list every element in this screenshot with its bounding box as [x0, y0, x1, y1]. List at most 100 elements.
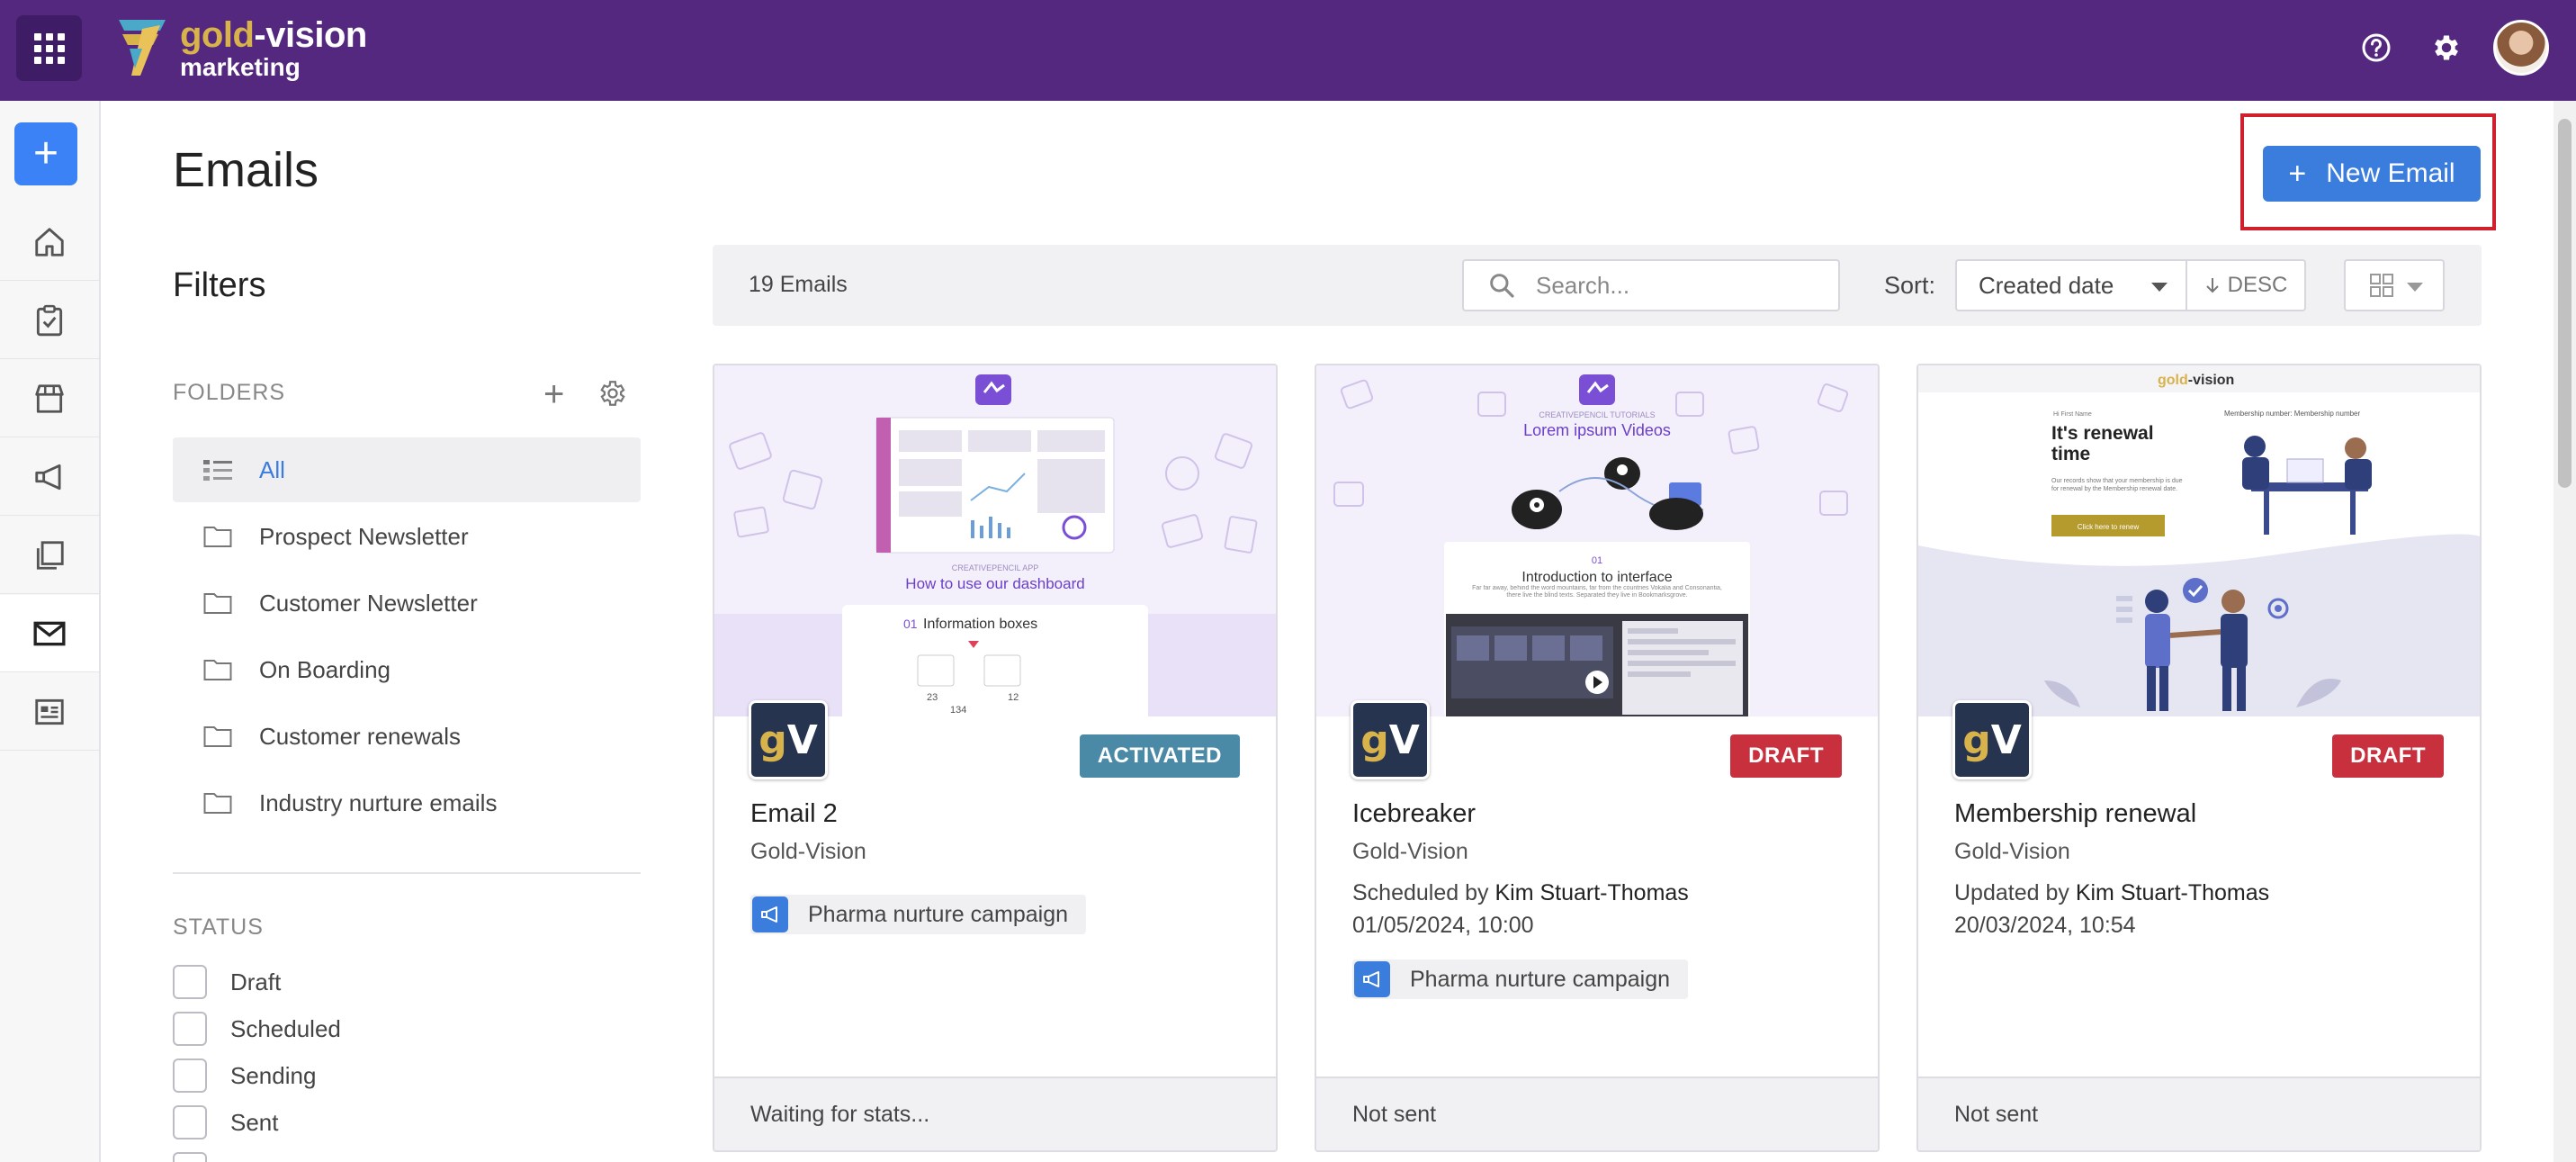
status-draft[interactable]: Draft	[173, 965, 281, 999]
folder-settings-button[interactable]	[597, 378, 628, 413]
new-email-button[interactable]: + New Email	[2263, 146, 2481, 202]
sort-direction-label: DESC	[2227, 273, 2288, 297]
help-button[interactable]	[2349, 21, 2403, 75]
email-thumbnail[interactable]: gold-vision Hi First Name Membership num…	[1918, 365, 2480, 716]
thumb-greeting: Hi First Name	[2053, 411, 2092, 418]
folder-icon	[203, 658, 234, 681]
form-icon	[35, 698, 64, 725]
thumb-section-number: 01	[903, 617, 918, 631]
folder-label: On Boarding	[259, 655, 390, 683]
gold-vision-logo-icon	[119, 20, 166, 76]
checkbox[interactable]	[173, 1152, 207, 1162]
sort-direction-button[interactable]: DESC	[2186, 259, 2306, 311]
tutorial-preview-image: CREATIVEPENCIL TUTORIALS Lorem ipsum Vid…	[1316, 365, 1878, 716]
email-thumbnail[interactable]: CREATIVEPENCIL TUTORIALS Lorem ipsum Vid…	[1316, 365, 1878, 716]
help-icon	[2362, 33, 2391, 62]
checkbox[interactable]	[173, 1105, 207, 1139]
thumb-tagline: CREATIVEPENCIL TUTORIALS	[1539, 410, 1655, 419]
checkbox[interactable]	[173, 1058, 207, 1093]
campaign-name: Pharma nurture campaign	[808, 901, 1069, 927]
thumb-headline: Lorem ipsum Videos	[1523, 421, 1671, 439]
status-sent[interactable]: Sent	[173, 1105, 279, 1139]
campaign-icon	[35, 464, 61, 490]
status-sending[interactable]: Sending	[173, 1058, 316, 1093]
nav-forms[interactable]	[0, 673, 99, 751]
nav-store[interactable]	[0, 360, 99, 437]
thumb-body: Far far away, behind the word mountains,…	[1472, 585, 1722, 599]
status-label: Sending	[230, 1061, 317, 1089]
email-count: 19 Emails	[749, 272, 848, 297]
nav-campaigns[interactable]	[0, 438, 99, 516]
email-name[interactable]: Membership renewal	[1954, 799, 2196, 829]
sort-field-select[interactable]: Created date	[1955, 259, 2187, 311]
status-more[interactable]	[173, 1152, 230, 1162]
thumb-section-title: Information boxes	[923, 617, 1037, 632]
folder-label: All	[259, 455, 285, 483]
folder-on-boarding[interactable]: On Boarding	[173, 637, 641, 702]
updated-date: 20/03/2024, 10:54	[1954, 913, 2136, 938]
folder-all[interactable]: All	[173, 437, 641, 502]
scrollbar-thumb[interactable]	[2558, 119, 2572, 488]
nav-emails[interactable]	[0, 595, 99, 672]
checkbox[interactable]	[173, 965, 207, 999]
checkbox[interactable]	[173, 1012, 207, 1046]
nav-pages[interactable]	[0, 517, 99, 594]
email-name[interactable]: Email 2	[750, 799, 838, 829]
thumb-brand-suffix: -vision	[2188, 373, 2235, 388]
apps-grid-button[interactable]	[16, 15, 82, 81]
status-badge: ACTIVATED	[1079, 734, 1240, 778]
nav-tasks[interactable]	[0, 282, 99, 359]
add-folder-button[interactable]: +	[543, 376, 564, 412]
new-email-label: New Email	[2326, 158, 2455, 188]
app-logo[interactable]: gold-vision marketing	[115, 13, 367, 85]
folder-customer-renewals[interactable]: Customer renewals	[173, 704, 641, 769]
tasks-icon	[36, 304, 63, 336]
search-input[interactable]	[1536, 271, 1806, 300]
thumb-brand: gold-vision	[2158, 373, 2234, 388]
settings-button[interactable]	[2419, 21, 2473, 75]
campaign-icon	[752, 896, 788, 932]
pages-icon	[36, 540, 64, 570]
email-icon	[33, 621, 66, 645]
thumb-stat: 12	[1008, 692, 1019, 703]
user-avatar[interactable]	[2493, 20, 2549, 76]
plus-icon: +	[2288, 156, 2307, 191]
folder-prospect-newsletter[interactable]: Prospect Newsletter	[173, 504, 641, 569]
card-footer: Not sent	[1918, 1076, 2480, 1150]
email-card[interactable]: gold-vision Hi First Name Membership num…	[1916, 364, 2482, 1152]
meta-person: Kim Stuart-Thomas	[2075, 880, 2270, 905]
sort-field-value: Created date	[1979, 271, 2114, 299]
nav-home[interactable]	[0, 203, 99, 281]
sort-label: Sort:	[1884, 272, 1936, 299]
thumb-headline: How to use our dashboard	[905, 575, 1084, 592]
dashboard-preview-image: CREATIVEPENCIL APP How to use our dashbo…	[714, 365, 1276, 716]
folder-label: Industry nurture emails	[259, 788, 498, 816]
search-box[interactable]	[1462, 259, 1840, 311]
grid-view-icon	[2370, 274, 2393, 297]
status-label: STATUS	[173, 914, 264, 940]
email-card[interactable]: CREATIVEPENCIL TUTORIALS Lorem ipsum Vid…	[1315, 364, 1880, 1152]
email-name[interactable]: Icebreaker	[1352, 799, 1476, 829]
campaign-tag[interactable]: Pharma nurture campaign	[1352, 959, 1689, 999]
view-mode-toggle[interactable]	[2344, 259, 2445, 311]
status-scheduled[interactable]: Scheduled	[173, 1012, 341, 1046]
card-footer: Waiting for stats...	[714, 1076, 1276, 1150]
quick-add-button[interactable]: +	[14, 122, 77, 185]
email-card[interactable]: CREATIVEPENCIL APP How to use our dashbo…	[713, 364, 1278, 1152]
apps-grid-icon	[33, 32, 65, 64]
plus-icon: +	[32, 130, 59, 177]
gold-vision-avatar: gV	[1351, 700, 1430, 779]
thumb-member-line: Membership number: Membership number	[2224, 410, 2361, 418]
folders-label: FOLDERS	[173, 380, 286, 405]
email-thumbnail[interactable]: CREATIVEPENCIL APP How to use our dashbo…	[714, 365, 1276, 716]
page-scrollbar[interactable]	[2554, 101, 2576, 1162]
chevron-down-icon	[2407, 283, 2423, 292]
folder-icon	[203, 591, 234, 615]
scheduled-by: Scheduled by Kim Stuart-Thomas	[1352, 880, 1689, 906]
folder-industry-nurture-emails[interactable]: Industry nurture emails	[173, 770, 641, 835]
folder-customer-newsletter[interactable]: Customer Newsletter	[173, 571, 641, 635]
logo-text-marketing: marketing	[180, 53, 301, 81]
logo-text-vision: -vision	[254, 15, 367, 55]
thumb-tagline: CREATIVEPENCIL APP	[952, 563, 1039, 572]
campaign-tag[interactable]: Pharma nurture campaign	[750, 895, 1087, 934]
